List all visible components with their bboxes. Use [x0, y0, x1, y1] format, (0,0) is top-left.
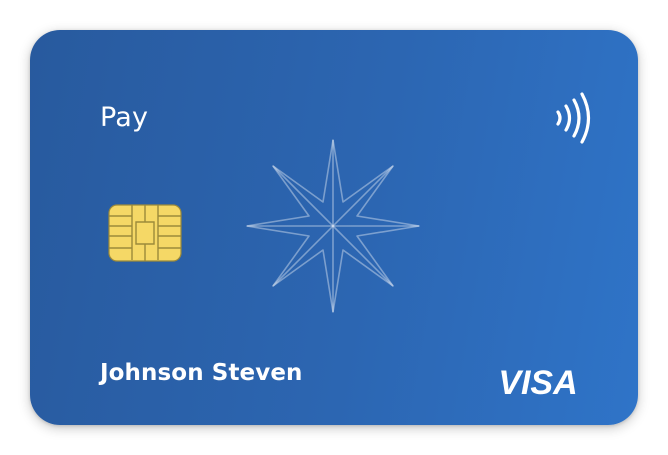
chip-icon — [108, 204, 182, 262]
contactless-icon — [556, 92, 591, 144]
card-brand-label: Pay — [100, 102, 149, 133]
star-emblem-icon — [246, 139, 420, 313]
cardholder-name: Johnson Steven — [100, 360, 303, 386]
visa-logo: VISA — [498, 364, 577, 400]
payment-card[interactable]: Pay Johnson Steven VISA — [30, 30, 638, 425]
visa-logo-text: VISA — [498, 364, 577, 400]
